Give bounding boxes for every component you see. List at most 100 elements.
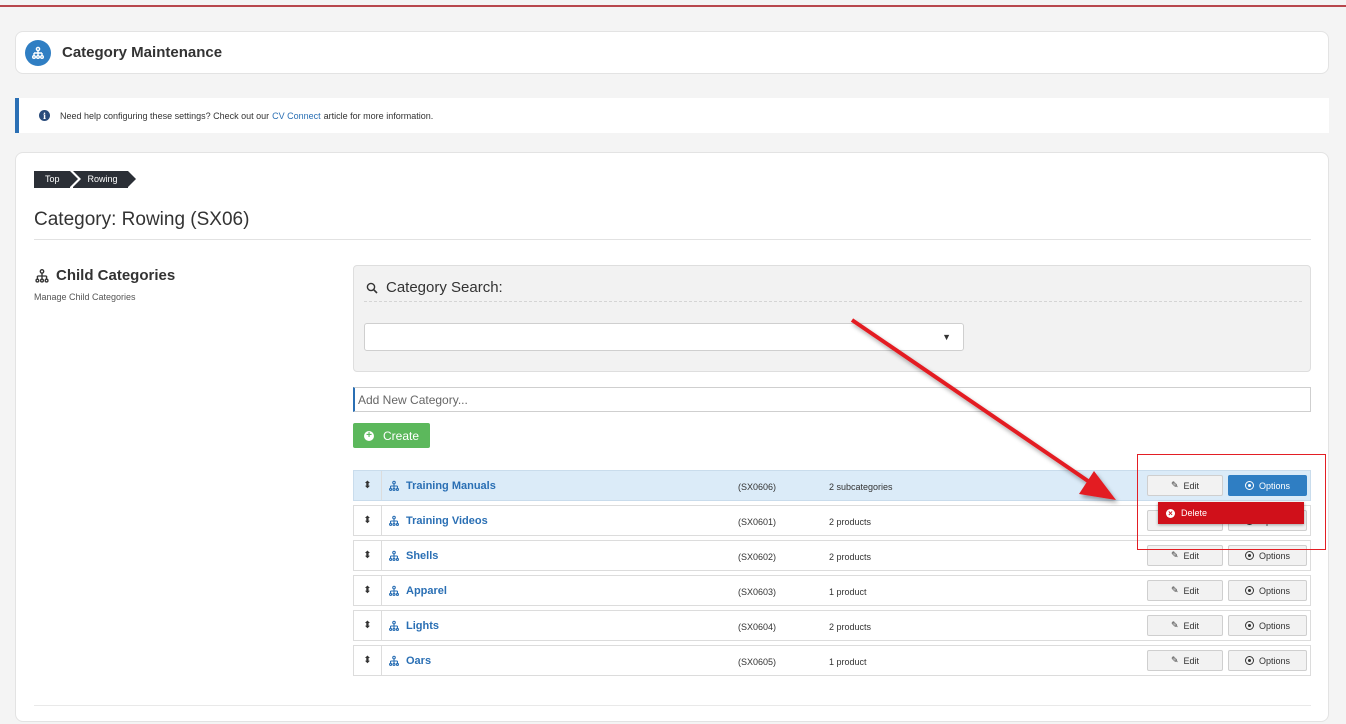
sitemap-icon [35, 268, 49, 283]
main-card: Top Rowing Category: Rowing (SX06) Child… [15, 152, 1329, 722]
options-label: Options [1258, 620, 1291, 631]
edit-label: Edit [1183, 620, 1200, 631]
edit-label: Edit [1183, 585, 1200, 596]
sort-handle-icon[interactable]: ⬍ [354, 471, 382, 500]
edit-button[interactable]: ✎ Edit [1147, 650, 1223, 671]
sitemap-icon [388, 620, 400, 632]
category-row[interactable]: ⬍ Apparel (SX0603) 1 product ✎ Edit Optio… [353, 575, 1311, 606]
sitemap-icon [388, 480, 400, 492]
sort-handle-icon[interactable]: ⬍ [354, 506, 382, 535]
category-link[interactable]: Training Manuals [388, 480, 496, 492]
category-search-text: Category Search: [386, 279, 503, 296]
sitemap-icon [388, 515, 400, 527]
pencil-icon: ✎ [1170, 480, 1179, 490]
page-header: Category Maintenance [15, 31, 1329, 74]
category-link[interactable]: Apparel [388, 585, 447, 597]
info-text-suffix: article for more information. [323, 110, 434, 121]
edit-button[interactable]: ✎ Edit [1147, 475, 1223, 496]
sort-handle-icon[interactable]: ⬍ [354, 611, 382, 640]
breadcrumb-rowing[interactable]: Rowing [72, 171, 136, 188]
header-title: Category Maintenance [62, 44, 223, 61]
delete-label: Delete [1181, 508, 1208, 518]
category-row[interactable]: ⬍ Shells (SX0602) 2 products ✎ Edit Optio… [353, 540, 1311, 571]
category-code: (SX0605) [738, 657, 777, 667]
cv-connect-link[interactable]: CV Connect [272, 111, 321, 121]
category-name: Apparel [406, 585, 447, 597]
child-categories-label: Child Categories [56, 267, 176, 284]
edit-label: Edit [1183, 655, 1200, 666]
edit-button[interactable]: ✎ Edit [1147, 545, 1223, 566]
category-count: 2 products [829, 552, 872, 562]
create-button-label: Create [383, 428, 420, 443]
sitemap-icon [388, 655, 400, 667]
category-link[interactable]: Lights [388, 620, 439, 632]
category-code: (SX0603) [738, 587, 777, 597]
info-icon: i [39, 110, 50, 121]
category-name: Training Manuals [406, 480, 496, 492]
category-row[interactable]: ⬍ Lights (SX0604) 2 products ✎ Edit Optio… [353, 610, 1311, 641]
divider [34, 239, 1311, 240]
sort-handle-icon[interactable]: ⬍ [354, 646, 382, 675]
search-icon [366, 282, 378, 294]
category-search-select[interactable]: ▼ [364, 323, 964, 351]
category-link[interactable]: Shells [388, 550, 438, 562]
sitemap-icon [388, 550, 400, 562]
options-button[interactable]: Options [1228, 650, 1307, 671]
sort-handle-icon[interactable]: ⬍ [354, 576, 382, 605]
category-row[interactable]: ⬍ Oars (SX0605) 1 product ✎ Edit Options [353, 645, 1311, 676]
child-categories-subtitle: Manage Child Categories [34, 292, 136, 302]
category-count: 1 product [829, 657, 867, 667]
category-count: 2 products [829, 517, 872, 527]
category-code: (SX0606) [738, 482, 777, 492]
category-code: (SX0604) [738, 622, 777, 632]
category-link[interactable]: Oars [388, 655, 431, 667]
create-button[interactable]: + Create [353, 423, 430, 448]
breadcrumb: Top Rowing [34, 171, 136, 188]
options-button[interactable]: Options [1228, 580, 1307, 601]
category-name: Training Videos [406, 515, 488, 527]
caret-down-icon: ▼ [942, 332, 951, 342]
sitemap-icon [388, 585, 400, 597]
category-code: (SX0601) [738, 517, 777, 527]
edit-label: Edit [1183, 480, 1200, 491]
category-count: 2 products [829, 622, 872, 632]
sort-handle-icon[interactable]: ⬍ [354, 541, 382, 570]
category-link[interactable]: Training Videos [388, 515, 488, 527]
pencil-icon: ✎ [1170, 550, 1179, 560]
options-circle-icon [1244, 656, 1254, 665]
add-category-input[interactable] [353, 387, 1311, 412]
info-text-prefix: Need help configuring these settings? Ch… [60, 110, 270, 121]
category-code: (SX0602) [738, 552, 777, 562]
category-search-panel: Category Search: ▼ [353, 265, 1311, 372]
category-row[interactable]: ⬍ Training Manuals (SX0606) 2 subcategor… [353, 470, 1311, 501]
options-button[interactable]: Options [1228, 545, 1307, 566]
times-circle-icon: × [1166, 508, 1175, 518]
options-button[interactable]: Options [1228, 615, 1307, 636]
options-label: Options [1258, 655, 1291, 666]
plus-circle-icon: + [364, 430, 374, 441]
edit-button[interactable]: ✎ Edit [1147, 580, 1223, 601]
options-circle-icon [1244, 551, 1254, 560]
divider [34, 705, 1311, 706]
edit-label: Edit [1183, 550, 1200, 561]
sitemap-icon [25, 39, 51, 66]
page-title: Category: Rowing (SX06) [34, 209, 250, 230]
category-name: Shells [406, 550, 439, 562]
delete-menu-item[interactable]: × Delete [1158, 502, 1304, 524]
breadcrumb-top[interactable]: Top [34, 171, 77, 188]
category-name: Oars [406, 655, 432, 667]
help-info-bar: i Need help configuring these settings? … [15, 98, 1329, 133]
pencil-icon: ✎ [1170, 585, 1179, 595]
edit-button[interactable]: ✎ Edit [1147, 615, 1223, 636]
category-count: 2 subcategories [829, 482, 893, 492]
options-button[interactable]: Options [1228, 475, 1307, 496]
options-circle-icon [1244, 586, 1254, 595]
options-label: Options [1258, 480, 1291, 491]
category-name: Lights [406, 620, 439, 632]
options-label: Options [1258, 585, 1291, 596]
options-circle-icon [1244, 621, 1254, 630]
options-circle-icon [1244, 481, 1254, 490]
pencil-icon: ✎ [1170, 655, 1179, 665]
category-search-label: Category Search: [366, 279, 503, 296]
pencil-icon: ✎ [1170, 620, 1179, 630]
